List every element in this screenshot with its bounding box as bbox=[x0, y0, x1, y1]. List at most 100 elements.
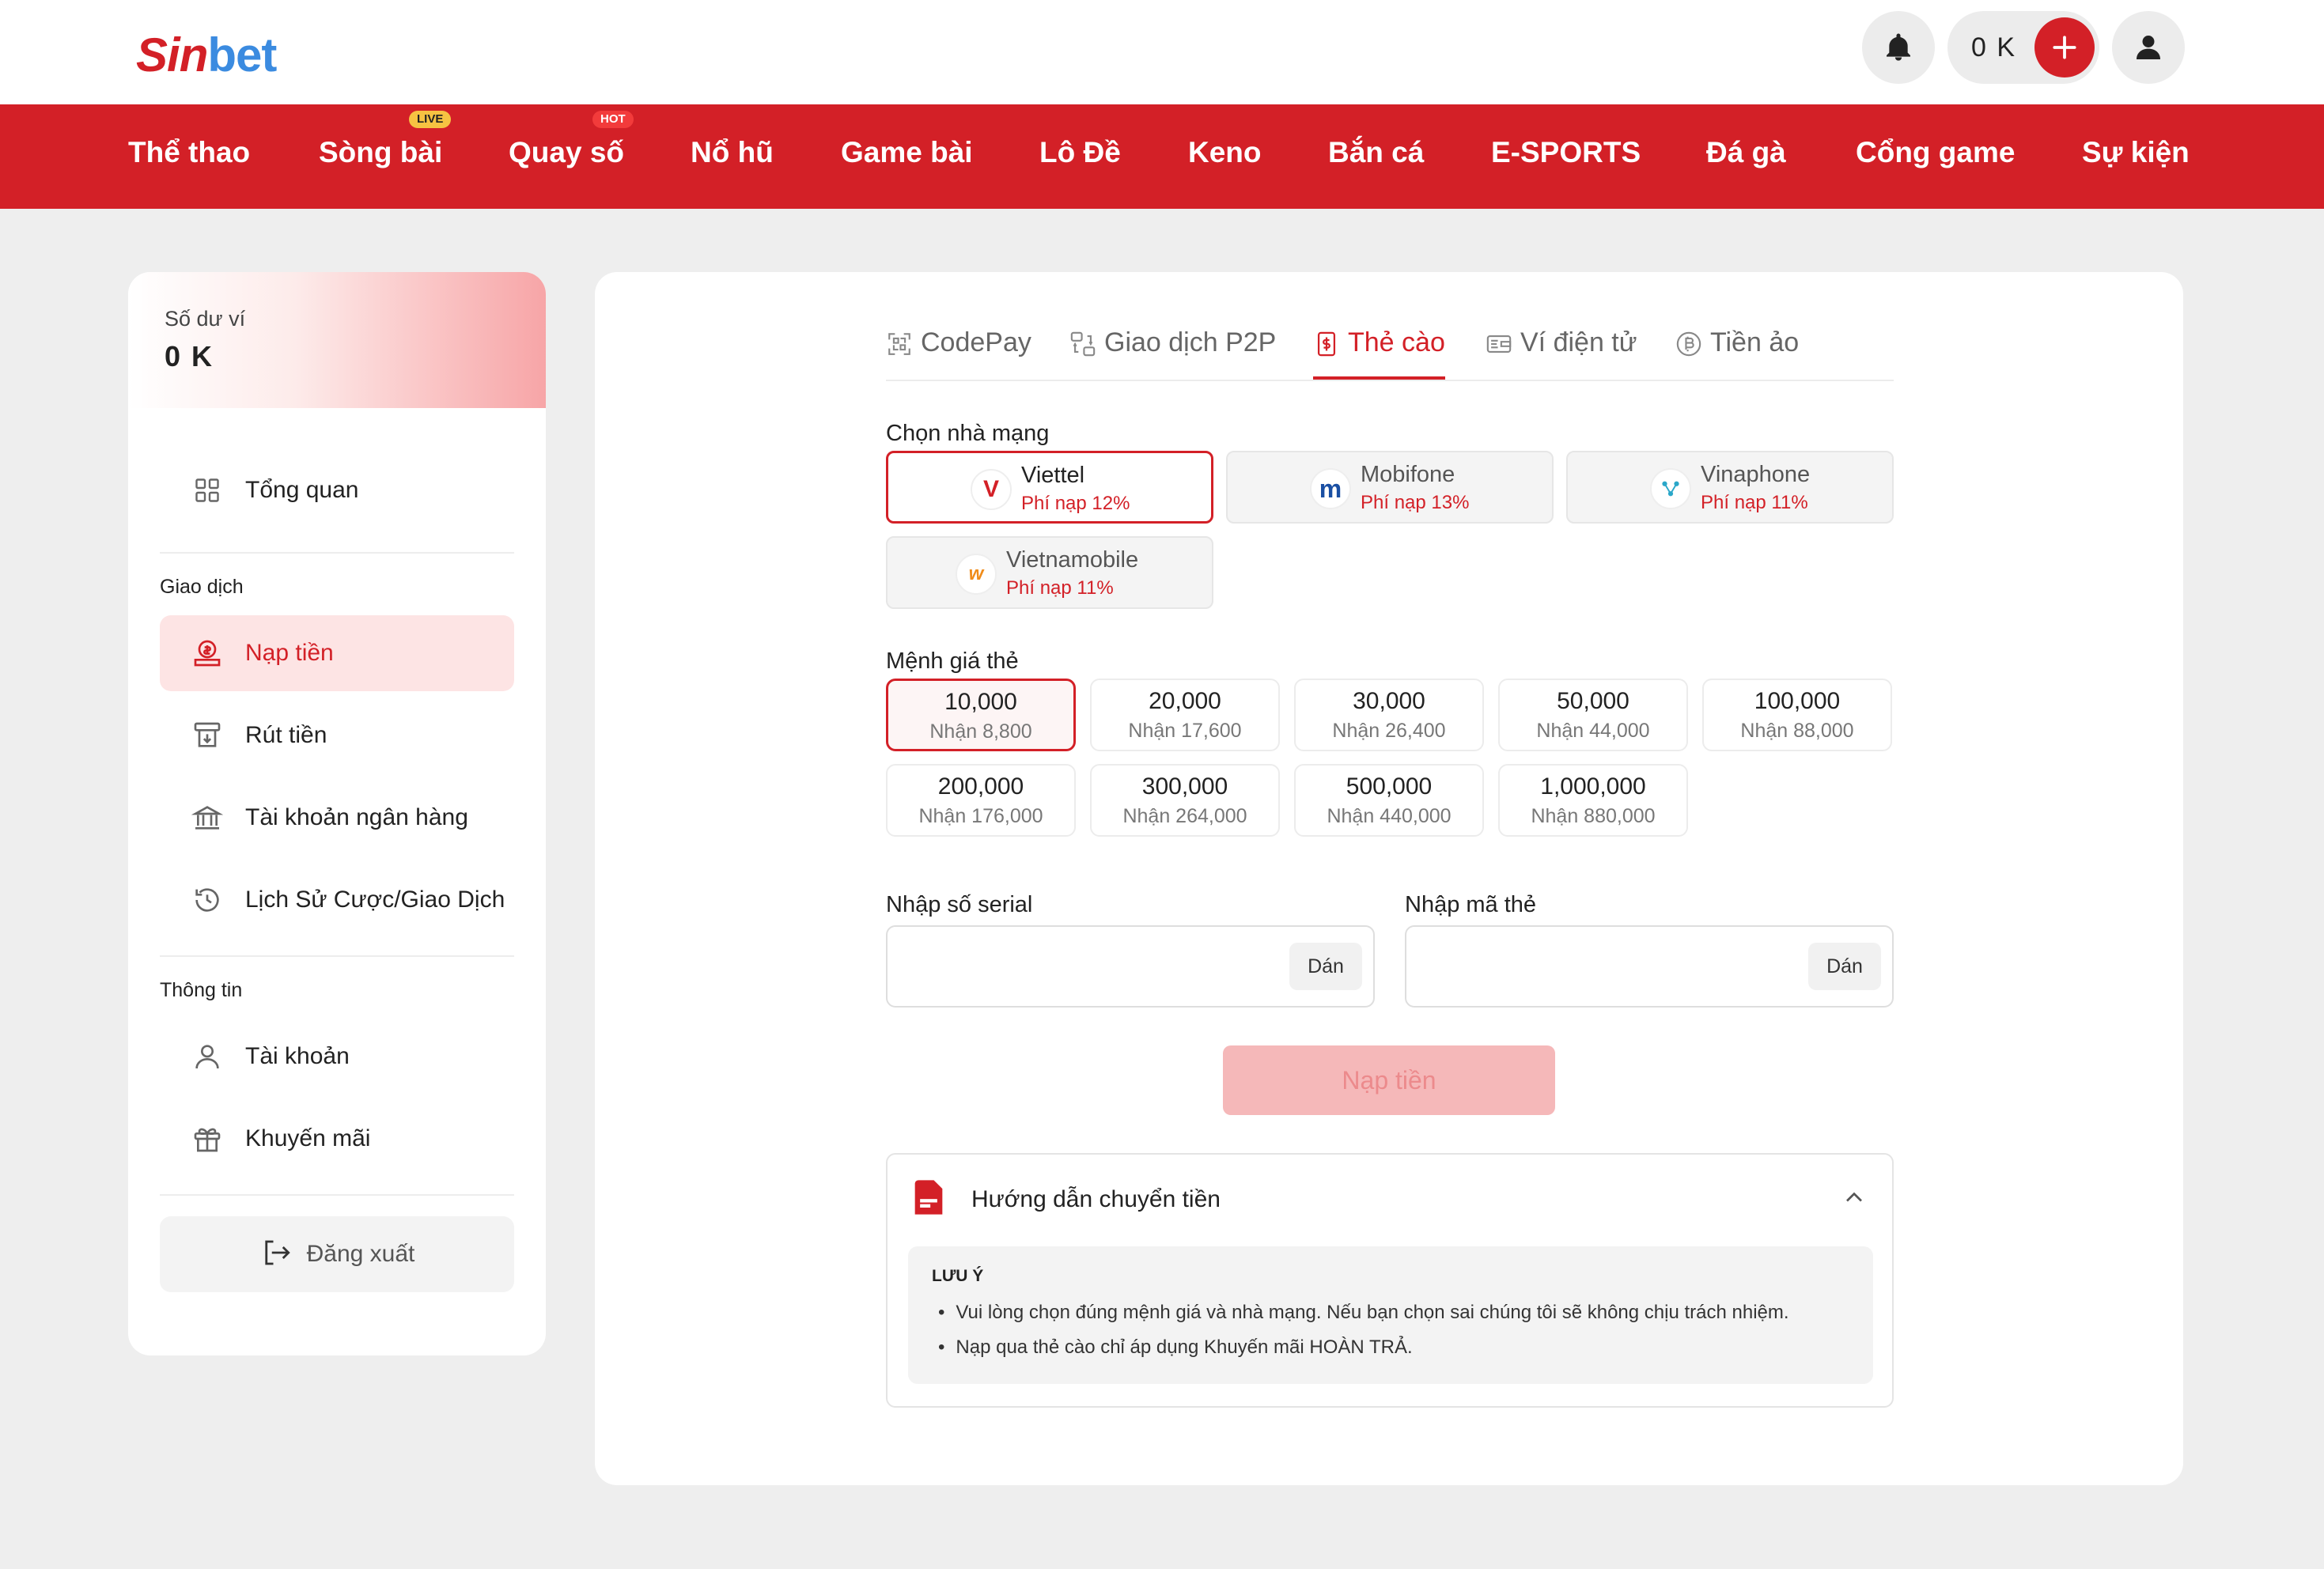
nav-cong-game[interactable]: Cổng game bbox=[1856, 136, 2015, 169]
user-outline-icon bbox=[187, 1041, 228, 1072]
denomination-receive: Nhận 44,000 bbox=[1536, 720, 1650, 742]
wallet-label: Số dư ví bbox=[165, 307, 246, 331]
sidebar-item-label: Rút tiền bbox=[245, 722, 327, 748]
withdraw-icon bbox=[187, 720, 228, 751]
nav-label: Game bài bbox=[841, 136, 973, 168]
live-badge: LIVE bbox=[409, 111, 452, 128]
denomination-receive: Nhận 8,800 bbox=[929, 720, 1032, 743]
bank-icon bbox=[187, 802, 228, 834]
card-code-paste-button[interactable]: Dán bbox=[1808, 943, 1881, 990]
tab-codepay[interactable]: CodePay bbox=[886, 327, 1031, 380]
vinaphone-logo-icon bbox=[1650, 468, 1691, 509]
sidebar-item-account[interactable]: Tài khoản bbox=[160, 1019, 514, 1095]
sidebar-item-overview[interactable]: Tổng quan bbox=[160, 452, 514, 528]
quick-deposit-button[interactable] bbox=[2034, 17, 2095, 78]
note-item: Vui lòng chọn đúng mệnh giá và nhà mạng.… bbox=[938, 1302, 1788, 1324]
nav-game-bai[interactable]: Game bài bbox=[841, 136, 973, 169]
nav-no-hu[interactable]: Nổ hũ bbox=[691, 136, 774, 169]
tab-crypto[interactable]: Tiền ảo bbox=[1675, 327, 1799, 380]
nav-esports[interactable]: E-SPORTS bbox=[1491, 136, 1641, 169]
nav-label: Thể thao bbox=[128, 136, 251, 168]
sidebar-item-withdraw[interactable]: Rút tiền bbox=[160, 698, 514, 773]
denomination-option[interactable]: 500,000 Nhận 440,000 bbox=[1294, 764, 1484, 837]
note-title: LƯU Ý bbox=[932, 1267, 984, 1285]
nav-su-kien[interactable]: Sự kiện bbox=[2082, 136, 2190, 169]
p2p-icon bbox=[1069, 331, 1096, 365]
carrier-option-mobifone[interactable]: m Mobifone Phí nạp 13% bbox=[1226, 451, 1554, 524]
nav-keno[interactable]: Keno bbox=[1188, 136, 1262, 169]
serial-field-label: Nhập số serial bbox=[886, 892, 1033, 917]
sidebar-item-deposit[interactable]: Nạp tiền bbox=[160, 615, 514, 691]
carrier-name: Viettel bbox=[1021, 463, 1085, 488]
denomination-option[interactable]: 20,000 Nhận 17,600 bbox=[1090, 679, 1280, 751]
nav-quay-so[interactable]: HOT Quay số bbox=[509, 111, 634, 169]
nav-label: Nổ hũ bbox=[691, 136, 774, 168]
scan-icon bbox=[886, 331, 913, 365]
sidebar-item-history[interactable]: Lịch Sử Cược/Giao Dịch bbox=[160, 862, 514, 938]
tab-label: Tiền ảo bbox=[1710, 327, 1800, 357]
denomination-option[interactable]: 1,000,000 Nhận 880,000 bbox=[1498, 764, 1688, 837]
notification-button[interactable] bbox=[1862, 11, 1935, 84]
denomination-option[interactable]: 300,000 Nhận 264,000 bbox=[1090, 764, 1280, 837]
nav-ban-ca[interactable]: Bắn cá bbox=[1328, 136, 1424, 169]
nav-label: Sòng bài bbox=[319, 136, 443, 168]
serial-paste-button[interactable]: Dán bbox=[1289, 943, 1362, 990]
note-item: Nạp qua thẻ cào chỉ áp dụng Khuyến mãi H… bbox=[938, 1336, 1412, 1359]
logout-button[interactable]: Đăng xuất bbox=[160, 1216, 514, 1292]
sidebar-item-bank-account[interactable]: Tài khoản ngân hàng bbox=[160, 780, 514, 856]
denomination-receive: Nhận 264,000 bbox=[1122, 805, 1247, 827]
nav-the-thao[interactable]: Thể thao bbox=[128, 136, 250, 169]
wallet-icon bbox=[1486, 331, 1512, 365]
sidebar-item-label: Lịch Sử Cược/Giao Dịch bbox=[245, 887, 505, 913]
chevron-up-icon[interactable] bbox=[1840, 1183, 1868, 1216]
carrier-option-vietnamobile[interactable]: w Vietnamobile Phí nạp 11% bbox=[886, 536, 1213, 609]
tab-scratch-card[interactable]: Thẻ cào bbox=[1313, 327, 1445, 380]
denomination-value: 100,000 bbox=[1754, 688, 1841, 714]
grid-icon bbox=[187, 476, 228, 505]
denomination-option[interactable]: 50,000 Nhận 44,000 bbox=[1498, 679, 1688, 751]
top-header: Sin bet 0 K bbox=[0, 0, 2324, 104]
bell-icon bbox=[1887, 33, 1910, 61]
guide-title: Hướng dẫn chuyển tiền bbox=[971, 1185, 1221, 1212]
denomination-option[interactable]: 200,000 Nhận 176,000 bbox=[886, 764, 1076, 837]
card-code-input[interactable]: Dán bbox=[1405, 925, 1894, 1008]
logo-text-sin: Sin bbox=[136, 28, 208, 81]
denomination-option[interactable]: 10,000 Nhận 8,800 bbox=[886, 679, 1076, 751]
nav-label: Keno bbox=[1188, 136, 1262, 168]
carrier-name: Vinaphone bbox=[1701, 462, 1811, 487]
nav-lo-de[interactable]: Lô Đề bbox=[1039, 136, 1121, 169]
denomination-receive: Nhận 880,000 bbox=[1531, 805, 1656, 827]
denomination-receive: Nhận 88,000 bbox=[1740, 720, 1854, 742]
bitcoin-icon bbox=[1675, 331, 1702, 365]
sinbet-logo[interactable]: Sin bet bbox=[136, 21, 277, 82]
nav-label: Đá gà bbox=[1706, 136, 1786, 168]
main-nav: Thể thao LIVE Sòng bài HOT Quay số Nổ hũ… bbox=[0, 104, 2324, 209]
serial-input[interactable]: Dán bbox=[886, 925, 1375, 1008]
tab-p2p[interactable]: Giao dịch P2P bbox=[1069, 327, 1276, 380]
nav-label: Bắn cá bbox=[1328, 136, 1425, 168]
gift-icon bbox=[187, 1123, 228, 1155]
deposit-submit-button[interactable]: Nạp tiền bbox=[1223, 1045, 1555, 1115]
sidebar-item-label: Tài khoản bbox=[245, 1043, 350, 1069]
logo-text-bet: bet bbox=[207, 28, 277, 81]
header-balance-amount: 0 K bbox=[1971, 32, 2017, 62]
user-menu-button[interactable] bbox=[2112, 11, 2185, 84]
carrier-option-viettel[interactable]: V Viettel Phí nạp 12% bbox=[886, 451, 1213, 524]
user-icon bbox=[2137, 36, 2160, 59]
tab-label: Giao dịch P2P bbox=[1104, 327, 1277, 357]
denomination-option[interactable]: 30,000 Nhận 26,400 bbox=[1294, 679, 1484, 751]
hot-badge: HOT bbox=[592, 111, 634, 128]
sidebar-item-promotions[interactable]: Khuyến mãi bbox=[160, 1101, 514, 1177]
nav-da-ga[interactable]: Đá gà bbox=[1706, 136, 1786, 169]
account-sidebar: Số dư ví 0 K Tổng quan Giao dịch Nạp tiề… bbox=[128, 272, 546, 1355]
tab-e-wallet[interactable]: Ví điện tử bbox=[1486, 327, 1637, 380]
carrier-option-vinaphone[interactable]: Vinaphone Phí nạp 11% bbox=[1566, 451, 1894, 524]
nav-song-bai[interactable]: LIVE Sòng bài bbox=[319, 111, 452, 169]
header-balance: 0 K bbox=[1947, 11, 2099, 84]
denomination-section-label: Mệnh giá thẻ bbox=[886, 648, 1019, 674]
denomination-option[interactable]: 100,000 Nhận 88,000 bbox=[1702, 679, 1892, 751]
nav-label: Cổng game bbox=[1856, 136, 2016, 168]
sidebar-item-label: Nạp tiền bbox=[245, 640, 334, 666]
guide-header[interactable]: Hướng dẫn chuyển tiền bbox=[908, 1177, 1221, 1222]
mobifone-logo-icon: m bbox=[1310, 468, 1351, 509]
